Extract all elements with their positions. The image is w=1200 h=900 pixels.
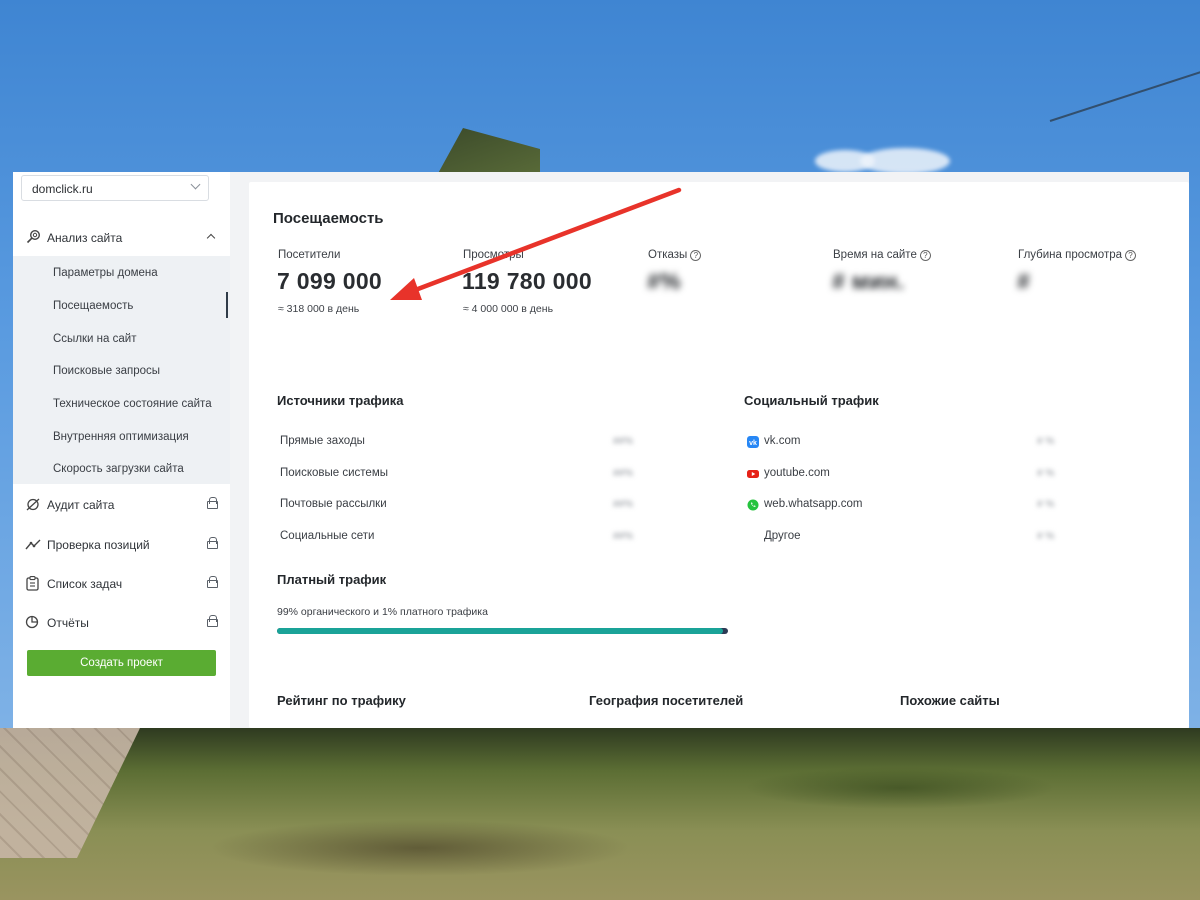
metric-sub: ≈ 318 000 в день [278, 303, 360, 315]
social-link[interactable]: vk.com [764, 435, 800, 447]
create-project-button[interactable]: Создать проект [27, 650, 216, 676]
sidebar-item-label: Отчёты [47, 616, 89, 630]
metric-value: 119 780 000 [462, 268, 592, 294]
source-value: ##% [613, 499, 634, 510]
sidebar-item-reports[interactable]: Отчёты [13, 604, 230, 640]
metric-sub: ≈ 4 000 000 в день [463, 303, 554, 315]
metric-label-text: Глубина просмотра [1018, 249, 1122, 261]
sidebar-item-load-speed[interactable]: Скорость загрузки сайта [53, 463, 184, 475]
metric-label: Отказы? [648, 249, 702, 261]
social-link[interactable]: youtube.com [764, 467, 830, 479]
metric-label: Просмотры [463, 249, 524, 261]
nav-group-analysis: Анализ сайта Параметры домена Посещаемос… [13, 218, 230, 484]
sidebar-item-label: Аудит сайта [47, 498, 115, 512]
magnifier-icon [26, 229, 41, 244]
sidebar-item-search-queries[interactable]: Поисковые запросы [53, 365, 160, 377]
lock-icon [207, 497, 218, 509]
sidebar-item-backlinks[interactable]: Ссылки на сайт [53, 333, 136, 345]
sidebar-item-internal-optimization[interactable]: Внутренняя оптимизация [53, 431, 189, 443]
help-icon[interactable]: ? [919, 250, 931, 261]
sidebar-item-tasks[interactable]: Список задач [13, 565, 230, 601]
vk-icon: vk [747, 436, 759, 448]
sidebar-item-domain-params[interactable]: Параметры домена [53, 267, 158, 279]
section-title-traffic: Посещаемость [273, 210, 384, 227]
youtube-icon [747, 470, 759, 478]
cloud [860, 148, 950, 174]
source-value: ##% [613, 436, 634, 447]
pie-chart-icon [25, 615, 39, 629]
metric-value: # [1017, 268, 1031, 294]
social-value: # % [1037, 531, 1055, 542]
section-title-rating: Рейтинг по трафику [277, 693, 406, 708]
section-title-social: Социальный трафик [744, 393, 879, 408]
svg-text:vk: vk [749, 440, 757, 447]
lock-icon [207, 615, 218, 627]
social-link[interactable]: web.whatsapp.com [764, 498, 862, 510]
main-content: Посещаемость Посетители 7 099 000 ≈ 318 … [249, 182, 1189, 728]
sidebar-item-traffic[interactable]: Посещаемость [53, 300, 133, 312]
metric-value: #% [647, 268, 681, 294]
organic-traffic-fill [277, 628, 723, 634]
nav-analysis-header[interactable]: Анализ сайта [13, 218, 230, 256]
chevron-down-icon [190, 179, 201, 190]
source-label: Почтовые рассылки [280, 498, 387, 510]
source-label: Поисковые системы [280, 467, 388, 479]
audit-icon [26, 498, 40, 511]
metric-label-text: Время на сайте [833, 249, 917, 261]
help-icon[interactable]: ? [690, 250, 702, 261]
sidebar-item-audit[interactable]: Аудит сайта [13, 486, 230, 522]
nav-analysis-label: Анализ сайта [47, 231, 123, 245]
source-value: ##% [613, 468, 634, 479]
social-value: # % [1037, 468, 1055, 479]
sidebar-item-label: Проверка позиций [47, 538, 150, 552]
metric-label: Время на сайте? [833, 249, 931, 261]
ground [0, 728, 1200, 900]
metric-label: Посетители [278, 249, 341, 261]
source-label: Социальные сети [280, 530, 375, 542]
whatsapp-icon [747, 499, 759, 511]
active-indicator [226, 292, 228, 318]
trend-icon [25, 539, 41, 550]
sidebar: domclick.ru Анализ сайта Параметры домен… [13, 172, 230, 728]
source-value: ##% [613, 531, 634, 542]
metric-value: # мин. [832, 268, 905, 294]
app-window: domclick.ru Анализ сайта Параметры домен… [13, 172, 1189, 728]
metric-label-text: Отказы [648, 249, 688, 261]
chevron-up-icon [206, 233, 216, 243]
domain-select-value: domclick.ru [32, 182, 93, 196]
section-title-sources: Источники трафика [277, 393, 404, 408]
clipboard-icon [26, 576, 39, 591]
lock-icon [207, 576, 218, 588]
sidebar-item-label: Список задач [47, 577, 123, 591]
lock-icon [207, 537, 218, 549]
section-title-similar: Похожие сайты [900, 693, 1000, 708]
domain-select[interactable]: domclick.ru [21, 175, 209, 201]
social-label: Другое [764, 530, 801, 542]
metric-label: Глубина просмотра? [1018, 249, 1136, 261]
metric-value: 7 099 000 [277, 268, 383, 294]
paid-caption: 99% органического и 1% платного трафика [277, 606, 488, 618]
source-label: Прямые заходы [280, 435, 365, 447]
section-title-paid: Платный трафик [277, 572, 387, 587]
sidebar-item-positions[interactable]: Проверка позиций [13, 526, 230, 562]
social-value: # % [1037, 436, 1055, 447]
social-value: # % [1037, 499, 1055, 510]
help-icon[interactable]: ? [1125, 250, 1136, 261]
sidebar-item-tech-state[interactable]: Техническое состояние сайта [53, 398, 212, 410]
section-title-geography: География посетителей [589, 693, 744, 708]
